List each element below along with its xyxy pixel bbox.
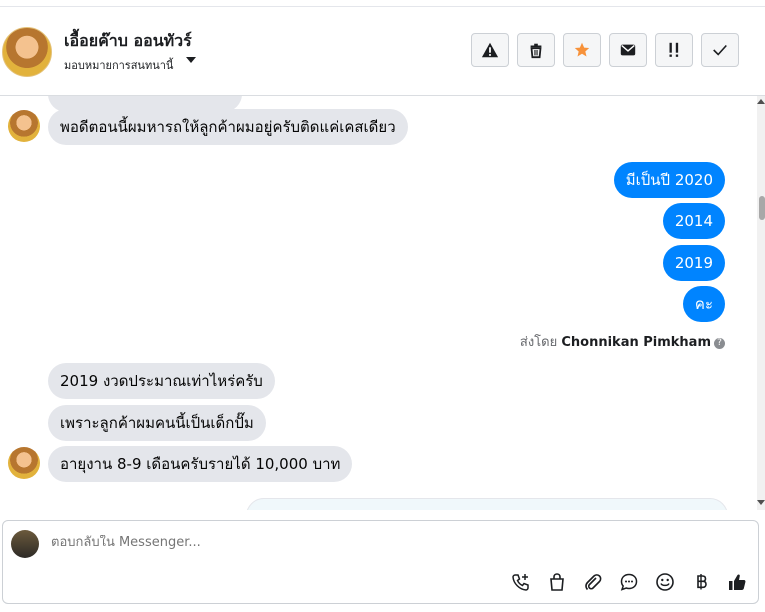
baht-icon: [697, 574, 707, 590]
shop-button[interactable]: [546, 571, 568, 593]
sender-avatar[interactable]: [8, 110, 40, 142]
message-bubble-incoming: เพราะลูกค้าผมคนนี้เป็นเด็กปั๊ม: [48, 405, 266, 441]
conversation-header: เอื้อยค๊าบ ออนทัวร์ มอบหมายการสนทนานี้: [0, 7, 765, 96]
like-icon: [729, 574, 746, 590]
emoji-button[interactable]: [654, 571, 676, 593]
scroll-down-icon[interactable]: [757, 500, 765, 505]
top-strip: [0, 0, 765, 7]
message-bubble-incoming: อายุงาน 8-9 เดือนครับรายได้ 10,000 บาท: [48, 446, 353, 482]
mark-unread-button[interactable]: [609, 33, 647, 67]
shopping-bag-icon: [550, 573, 564, 591]
sent-by-name: Chonnikan Pimkham: [561, 335, 711, 350]
mark-spam-button[interactable]: [471, 33, 509, 67]
mark-done-button[interactable]: [701, 33, 739, 67]
follow-up-icon: [669, 42, 679, 57]
scrollbar-thumb[interactable]: [759, 196, 765, 220]
call-button[interactable]: [510, 571, 532, 593]
header-actions: [471, 33, 739, 67]
check-icon: [713, 44, 727, 56]
message-bubble-outgoing: 2014: [662, 203, 725, 239]
reply-input[interactable]: [51, 535, 651, 550]
attachment-card-peek[interactable]: [246, 498, 728, 510]
saved-reply-icon: [620, 573, 638, 591]
envelope-icon: [620, 44, 636, 56]
contact-avatar[interactable]: [2, 27, 52, 77]
scroll-up-icon[interactable]: [757, 99, 765, 104]
message-bubble-outgoing: คะ: [682, 286, 725, 322]
message-bubble-outgoing: 2019: [662, 245, 725, 281]
chevron-down-icon[interactable]: [186, 57, 196, 63]
payment-button[interactable]: [690, 571, 712, 593]
sender-avatar[interactable]: [8, 447, 40, 479]
sent-by-label: ส่งโดย Chonnikan Pimkham?: [520, 331, 725, 352]
composer-toolbar: [510, 571, 748, 593]
message-bubble-incoming: พอดีตอนนี้ผมหารถให้ลูกค้าผมอยู่ครับติดแค…: [48, 109, 408, 145]
delete-button[interactable]: [517, 33, 555, 67]
sent-by-prefix: ส่งโดย: [519, 335, 558, 350]
paperclip-icon: [585, 574, 602, 591]
follow-up-button[interactable]: [655, 33, 693, 67]
attach-button[interactable]: [582, 571, 604, 593]
trash-icon: [530, 43, 542, 59]
page-avatar: [11, 530, 39, 558]
star-button[interactable]: [563, 33, 601, 67]
message-bubble-outgoing: มีเป็นปี 2020: [613, 162, 725, 198]
emoji-icon: [656, 573, 674, 591]
message-thread[interactable]: พอดีตอนนี้ผมหารถให้ลูกค้าผมอยู่ครับติดแค…: [0, 96, 765, 510]
warning-icon: [481, 42, 499, 58]
assign-conversation-label[interactable]: มอบหมายการสนทนานี้: [64, 56, 173, 74]
saved-replies-button[interactable]: [618, 571, 640, 593]
phone-add-icon: [512, 574, 529, 591]
star-icon: [574, 42, 590, 57]
like-button[interactable]: [726, 571, 748, 593]
thread-scrollbar[interactable]: [757, 96, 765, 510]
help-icon[interactable]: ?: [714, 338, 725, 349]
reply-composer: [2, 520, 759, 604]
contact-name[interactable]: เอื้อยค๊าบ ออนทัวร์: [64, 29, 192, 54]
message-bubble-incoming: 2019 งวดประมาณเท่าไหร่ครับ: [48, 363, 275, 399]
